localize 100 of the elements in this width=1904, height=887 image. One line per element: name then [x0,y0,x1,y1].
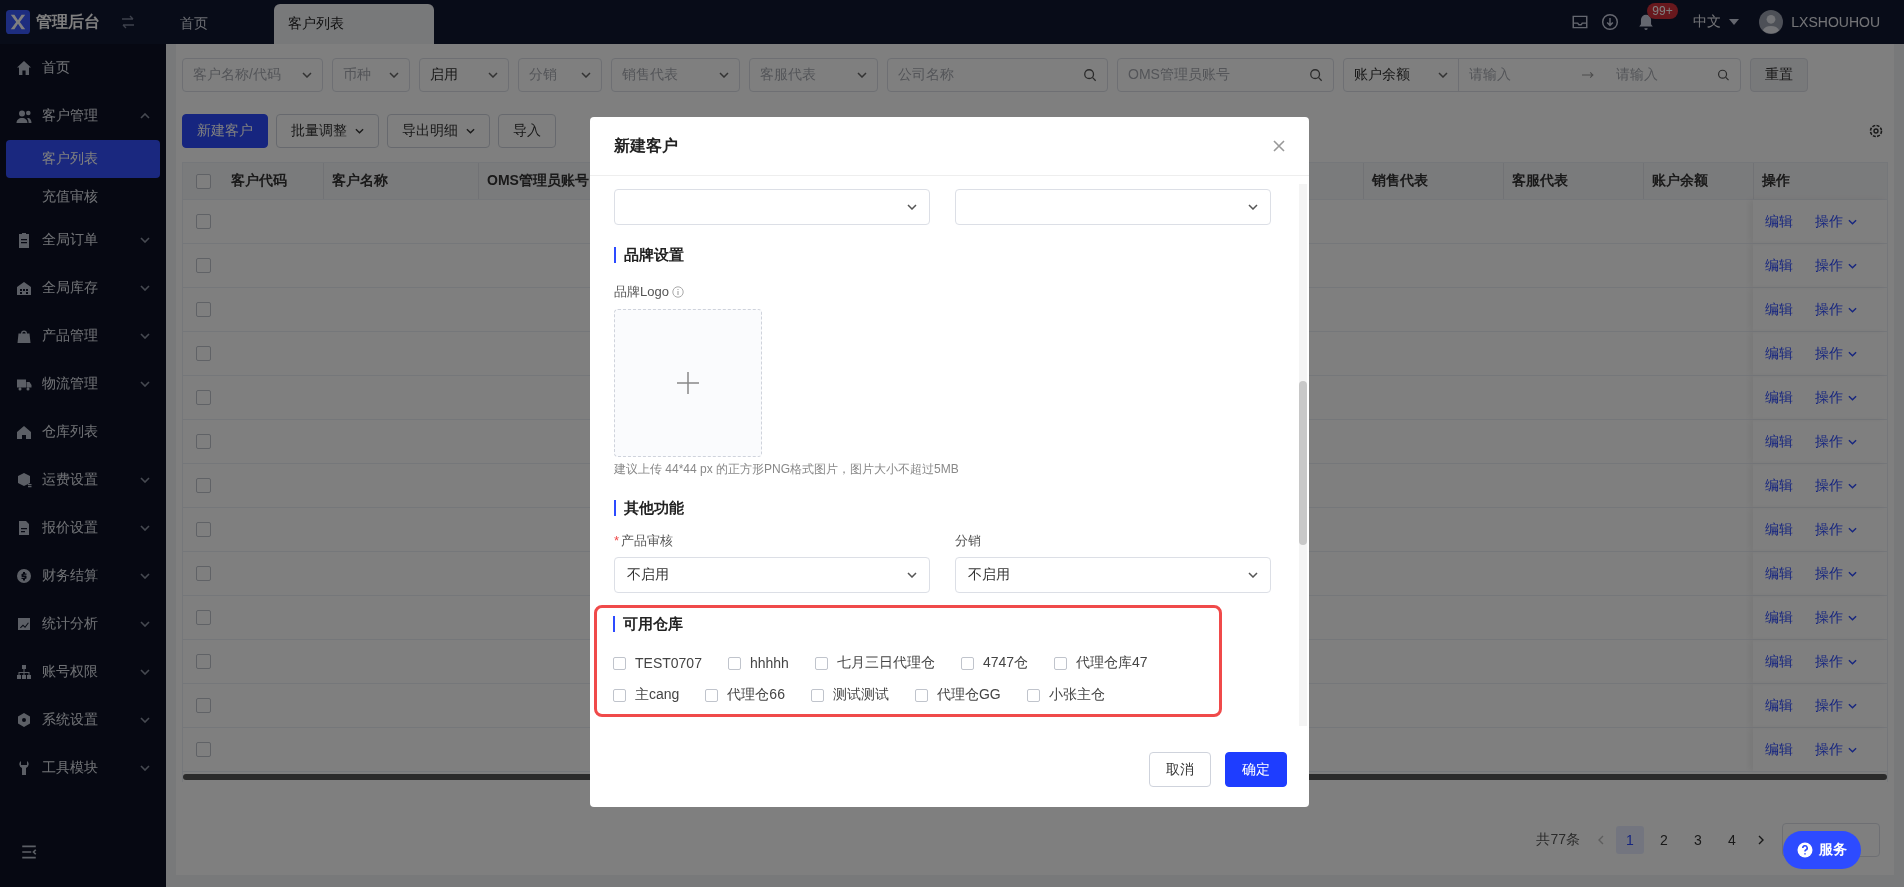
edit-link[interactable]: 编辑 [1765,652,1793,671]
page-tab[interactable]: 客户列表 [274,4,434,44]
toolbar-button[interactable]: 批量调整 [276,114,379,148]
edit-link[interactable]: 编辑 [1765,608,1793,627]
select-field[interactable] [614,189,930,225]
actions-dropdown[interactable]: 操作 [1815,432,1857,451]
checkbox[interactable] [814,656,828,670]
sidebar-item[interactable]: 物流管理 [0,360,166,408]
row-checkbox[interactable] [195,434,211,449]
page-number[interactable]: 2 [1650,826,1678,854]
edit-link[interactable]: 编辑 [1765,300,1793,319]
sidebar-item[interactable]: 账号权限 [0,648,166,696]
actions-dropdown[interactable]: 操作 [1815,608,1857,627]
caret-icon[interactable] [1729,19,1740,25]
prev-page-icon[interactable] [1598,835,1604,845]
search-icon[interactable] [1083,68,1097,82]
edit-link[interactable]: 编辑 [1765,476,1793,495]
row-checkbox[interactable] [195,258,211,273]
actions-dropdown[interactable]: 操作 [1815,520,1857,539]
dialog-button[interactable]: 取消 [1149,752,1211,787]
sidebar-item[interactable]: 报价设置 [0,504,166,552]
checkbox[interactable] [705,688,719,702]
checkbox[interactable] [727,656,741,670]
row-checkbox[interactable] [195,214,211,229]
actions-dropdown[interactable]: 操作 [1815,476,1857,495]
next-page-icon[interactable] [1758,835,1764,845]
row-checkbox[interactable] [195,478,211,493]
row-checkbox[interactable] [195,390,211,405]
avatar-icon[interactable] [1759,10,1784,34]
page-number[interactable]: 1 [1616,826,1644,854]
row-checkbox[interactable] [195,698,211,713]
select-all-checkbox[interactable] [195,173,211,189]
inbox-icon[interactable] [1571,13,1590,31]
edit-link[interactable]: 编辑 [1765,520,1793,539]
edit-link[interactable]: 编辑 [1765,740,1793,759]
actions-dropdown[interactable]: 操作 [1815,256,1857,275]
page-tab[interactable]: 首页 [166,4,222,44]
checkbox[interactable] [810,688,824,702]
checkbox[interactable] [613,688,626,702]
sidebar-subitem[interactable]: 充值审核 [6,178,160,216]
scrollbar[interactable] [1299,184,1307,726]
range-select[interactable]: 账户余额 [1344,59,1459,91]
row-checkbox[interactable] [195,742,211,757]
search-icon[interactable] [1309,68,1323,82]
page-number[interactable]: 3 [1684,826,1712,854]
row-checkbox[interactable] [195,610,211,625]
sidebar-item[interactable]: 全局库存 [0,264,166,312]
sidebar-subitem[interactable]: 客户列表 [6,140,160,178]
row-checkbox[interactable] [195,522,211,537]
checkbox[interactable] [960,656,974,670]
actions-dropdown[interactable]: 操作 [1815,388,1857,407]
sidebar-item[interactable]: 产品管理 [0,312,166,360]
menu-collapse-icon[interactable] [20,843,38,861]
toolbar-button[interactable]: 导出明细 [387,114,490,148]
edit-link[interactable]: 编辑 [1765,344,1793,363]
actions-dropdown[interactable]: 操作 [1815,696,1857,715]
row-checkbox[interactable] [195,302,211,317]
user-name[interactable]: LXSHOUHOU [1791,14,1880,30]
sidebar-item[interactable]: 首页 [0,44,166,92]
checkbox[interactable] [613,656,626,670]
row-checkbox[interactable] [195,654,211,669]
service-button[interactable]: 服务 [1783,831,1861,869]
actions-dropdown[interactable]: 操作 [1815,344,1857,363]
filter-select[interactable]: 启用 [419,58,509,92]
row-checkbox[interactable] [195,566,211,581]
row-checkbox[interactable] [195,346,211,361]
page-number[interactable]: 4 [1718,826,1746,854]
toolbar-button[interactable]: 导入 [498,114,556,148]
collapse-icon[interactable] [120,14,136,30]
sidebar-item[interactable]: 全局订单 [0,216,166,264]
bell-icon[interactable] [1637,13,1656,31]
language-select[interactable]: 中文 [1693,13,1722,31]
edit-link[interactable]: 编辑 [1765,212,1793,231]
download-icon[interactable] [1601,13,1620,31]
edit-link[interactable]: 编辑 [1765,432,1793,451]
checkbox[interactable] [914,688,928,702]
reset-button[interactable]: 重置 [1750,58,1808,92]
edit-link[interactable]: 编辑 [1765,696,1793,715]
actions-dropdown[interactable]: 操作 [1815,212,1857,231]
sidebar-item[interactable]: 财务结算 [0,552,166,600]
select-field[interactable]: 不启用 [614,557,930,593]
dialog-button[interactable]: 确定 [1225,752,1287,787]
actions-dropdown[interactable]: 操作 [1815,300,1857,319]
sidebar-item[interactable]: 系统设置 [0,696,166,744]
edit-link[interactable]: 编辑 [1765,256,1793,275]
edit-link[interactable]: 编辑 [1765,388,1793,407]
sidebar-item[interactable]: 仓库列表 [0,408,166,456]
upload-area[interactable] [614,309,762,457]
search-icon[interactable] [1717,68,1730,82]
sidebar-item[interactable]: 运费设置 [0,456,166,504]
close-icon[interactable] [1273,140,1285,152]
toolbar-button[interactable]: 新建客户 [182,114,268,148]
settings-icon[interactable] [1868,123,1884,139]
edit-link[interactable]: 编辑 [1765,564,1793,583]
select-field[interactable]: 不启用 [955,557,1271,593]
select-field[interactable] [955,189,1271,225]
actions-dropdown[interactable]: 操作 [1815,652,1857,671]
actions-dropdown[interactable]: 操作 [1815,564,1857,583]
checkbox[interactable] [1026,688,1040,702]
checkbox[interactable] [1054,656,1068,670]
